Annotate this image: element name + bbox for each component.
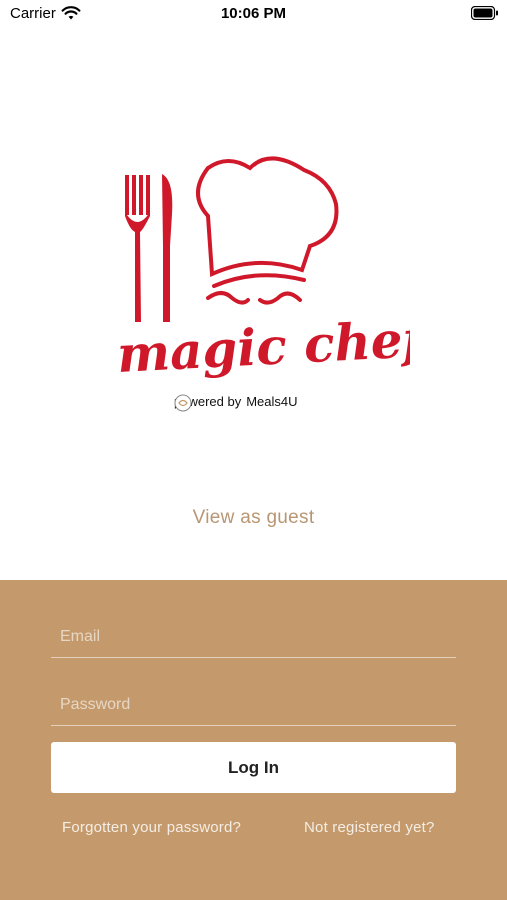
forgot-password-link[interactable]: Forgotten your password?: [62, 819, 241, 836]
battery-icon: [471, 6, 498, 20]
powered-by: powered by Meals4U: [174, 394, 374, 412]
login-button[interactable]: Log In: [51, 742, 456, 793]
logo-brand-text: magic chef: [116, 309, 410, 384]
meals4u-logo-icon: [174, 394, 192, 412]
magic-chef-logo: magic chef powered by Meals4U: [100, 150, 410, 440]
register-link[interactable]: Not registered yet?: [304, 819, 435, 836]
password-field[interactable]: [51, 685, 456, 725]
email-field[interactable]: [51, 617, 456, 657]
clock-time: 10:06 PM: [220, 5, 287, 22]
login-panel: Log In Forgotten your password? Not regi…: [0, 580, 507, 900]
view-as-guest-link[interactable]: View as guest: [0, 507, 507, 529]
partner-name: Meals4U: [246, 394, 298, 409]
email-field-wrapper: [51, 617, 456, 658]
status-bar: Carrier 10:06 PM: [0, 0, 507, 30]
password-field-wrapper: [51, 685, 456, 726]
